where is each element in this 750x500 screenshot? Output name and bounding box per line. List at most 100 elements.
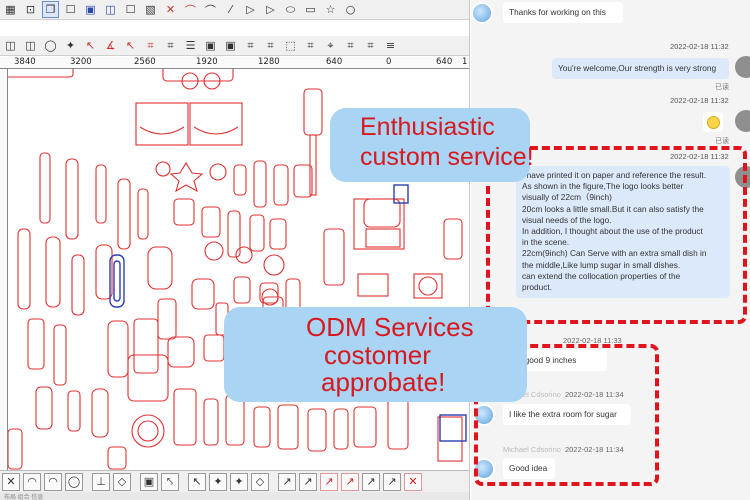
- drawing-shape: [387, 398, 409, 450]
- drawing-shape: [67, 390, 81, 432]
- tool-icon[interactable]: ◫: [22, 37, 39, 54]
- drawing-shape: [393, 184, 409, 204]
- drawing-shape: [353, 198, 405, 250]
- smiley-emoji-icon: [703, 112, 723, 132]
- arc-icon[interactable]: ⌒: [202, 1, 219, 18]
- drawing-shape: [71, 254, 85, 316]
- drawing-shape: [27, 318, 45, 370]
- tool-icon[interactable]: ☐: [62, 1, 79, 18]
- drawing-shape: [443, 218, 463, 260]
- tool-icon[interactable]: ☐: [122, 1, 139, 18]
- tool-icon[interactable]: ↗: [299, 472, 317, 491]
- tool-icon[interactable]: ◠: [23, 472, 41, 491]
- drawing-shape: [173, 388, 197, 446]
- triangle-icon[interactable]: ▷: [242, 1, 259, 18]
- tool-icon[interactable]: ⊥: [92, 472, 110, 491]
- drawing-shape: [155, 161, 171, 177]
- tool-icon[interactable]: ⌗: [262, 37, 279, 54]
- drawing-shape: [133, 318, 159, 374]
- ruler-label: 2560: [134, 57, 156, 67]
- drawing-shape: [233, 164, 247, 196]
- rectangle-icon[interactable]: ▭: [302, 1, 319, 18]
- tool-icon[interactable]: ⌗: [302, 37, 319, 54]
- triangle-icon[interactable]: ▷: [262, 1, 279, 18]
- delete-icon[interactable]: ✕: [404, 472, 422, 491]
- drawing-shape: [413, 273, 443, 299]
- tool-icon[interactable]: ↖: [82, 37, 99, 54]
- tool-icon[interactable]: ◫: [2, 37, 19, 54]
- agent-avatar: [735, 56, 750, 78]
- tool-icon[interactable]: ⌗: [162, 37, 179, 54]
- tool-icon[interactable]: ▣: [140, 472, 158, 491]
- tool-icon[interactable]: ⌖: [322, 37, 339, 54]
- tool-icon[interactable]: ↖: [122, 37, 139, 54]
- tool-icon[interactable]: ▦: [2, 1, 19, 18]
- drawing-shape: [137, 420, 159, 442]
- drawing-shape: [253, 406, 271, 448]
- tool-icon[interactable]: ↗: [278, 472, 296, 491]
- tool-icon[interactable]: ≡: [382, 37, 399, 54]
- tool-icon[interactable]: ◯: [65, 472, 83, 491]
- tool-icon[interactable]: ◯: [42, 37, 59, 54]
- vertical-ruler: [0, 69, 8, 474]
- tool-icon[interactable]: ▧: [142, 1, 159, 18]
- line-icon[interactable]: ⁄: [222, 1, 239, 18]
- tool-icon[interactable]: ◇: [251, 472, 269, 491]
- select-tool-icon[interactable]: ❐: [42, 1, 59, 18]
- tool-icon[interactable]: ⌗: [242, 37, 259, 54]
- tool-icon[interactable]: ⌗: [142, 37, 159, 54]
- tool-icon[interactable]: ✦: [62, 37, 79, 54]
- circle-icon[interactable]: ○: [342, 1, 359, 18]
- arc-icon[interactable]: ⌒: [182, 1, 199, 18]
- tool-icon[interactable]: ☰: [182, 37, 199, 54]
- status-bar: 布局 组合 信息: [0, 492, 469, 500]
- tool-icon[interactable]: ⬚: [282, 37, 299, 54]
- tool-icon[interactable]: ↖: [188, 472, 206, 491]
- tool-icon[interactable]: ◇: [113, 472, 131, 491]
- tool-icon[interactable]: ✦: [209, 472, 227, 491]
- drawing-shape: [263, 254, 285, 276]
- tool-icon[interactable]: ⌗: [342, 37, 359, 54]
- tool-icon[interactable]: ⌗: [362, 37, 379, 54]
- tool-icon[interactable]: ↗: [362, 472, 380, 491]
- drawing-shape: [8, 428, 23, 470]
- drawing-shape: [277, 404, 299, 450]
- drawing-shape: [17, 228, 31, 310]
- tool-icon[interactable]: ▣: [82, 1, 99, 18]
- cross-icon[interactable]: ✕: [162, 1, 179, 18]
- drawing-shape: [235, 246, 253, 264]
- message-timestamp: 2022-02-18 11:32: [670, 96, 729, 105]
- drawing-shape: [203, 398, 219, 446]
- drawing-shape: [8, 69, 74, 78]
- drawing-shape: [107, 320, 129, 378]
- customer-avatar: [471, 2, 493, 24]
- read-receipt: 已读: [715, 84, 729, 91]
- tool-icon[interactable]: ↗: [320, 472, 338, 491]
- tool-icon[interactable]: ▣: [222, 37, 239, 54]
- tool-icon[interactable]: ◫: [102, 1, 119, 18]
- drawing-shape: [437, 416, 463, 462]
- drawing-shape: [253, 160, 267, 208]
- tool-icon[interactable]: ↗: [383, 472, 401, 491]
- tool-icon[interactable]: ⊡: [22, 1, 39, 18]
- ellipse-icon[interactable]: ⬭: [282, 1, 299, 18]
- drawing-shape: [303, 88, 323, 136]
- star-icon[interactable]: ☆: [322, 1, 339, 18]
- drawing-shape: [131, 414, 165, 448]
- tool-icon[interactable]: ✕: [2, 472, 20, 491]
- chat-message-incoming: Thanks for working on this: [503, 2, 623, 24]
- ruler-label: 1280: [258, 57, 280, 67]
- callout-banner: Enthusiastic custom service!: [330, 108, 534, 182]
- drawing-shape: [147, 246, 173, 290]
- tool-icon[interactable]: ◠: [44, 472, 62, 491]
- toolbar-draw: ▦ ⊡ ❐ ☐ ▣ ◫ ☐ ▧ ✕ ⌒ ⌒ ⁄ ▷ ▷ ⬭ ▭ ☆ ○: [0, 0, 469, 20]
- tool-icon[interactable]: ✦: [230, 472, 248, 491]
- tool-icon[interactable]: ⤣: [161, 472, 179, 491]
- drawing-shape: [201, 206, 221, 238]
- drawing-shape: [309, 134, 317, 196]
- callout-line: costomer: [324, 340, 431, 370]
- chat-message-outgoing: You're welcome,Our strength is very stro…: [552, 58, 729, 80]
- tool-icon[interactable]: ∡: [102, 37, 119, 54]
- tool-icon[interactable]: ▣: [202, 37, 219, 54]
- tool-icon[interactable]: ↗: [341, 472, 359, 491]
